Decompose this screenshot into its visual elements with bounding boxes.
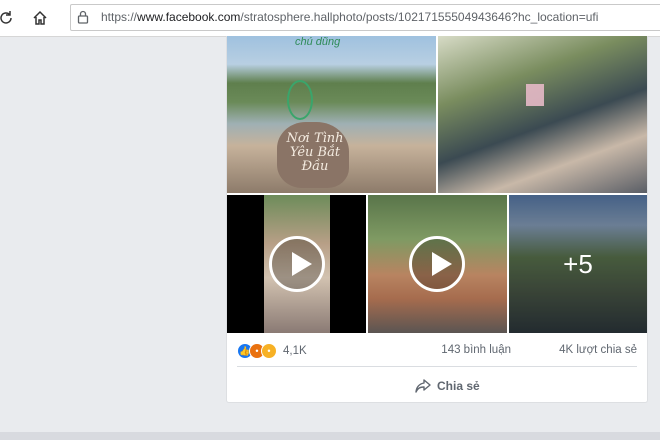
url-text: https://www.facebook.com/stratosphere.ha… xyxy=(101,10,599,24)
post-photo-1[interactable]: chú dũng Nơi Tình Yêu Bắt Đầu xyxy=(227,36,436,193)
blurred-face xyxy=(526,84,544,106)
play-icon[interactable] xyxy=(409,236,465,292)
url-domain: www.facebook.com xyxy=(137,10,241,24)
window-bottom-edge xyxy=(0,432,660,440)
facebook-post: chú dũng Nơi Tình Yêu Bắt Đầu +5 👍 • • 4… xyxy=(226,36,648,403)
address-bar[interactable]: https://www.facebook.com/stratosphere.ha… xyxy=(70,4,660,31)
more-photos-overlay[interactable]: +5 xyxy=(509,195,647,333)
divider xyxy=(237,366,637,367)
browser-toolbar: https://www.facebook.com/stratosphere.ha… xyxy=(0,0,660,37)
play-icon[interactable] xyxy=(269,236,325,292)
post-photo-more[interactable]: +5 xyxy=(509,195,647,333)
comment-count[interactable]: 143 bình luận xyxy=(441,344,511,356)
reload-icon[interactable] xyxy=(0,6,18,30)
post-photo-2[interactable] xyxy=(438,36,647,193)
sad-reaction-icon: • xyxy=(261,343,277,359)
share-button[interactable]: Chia sẻ xyxy=(415,376,480,396)
reaction-count[interactable]: 4,1K xyxy=(283,345,307,357)
post-video-1[interactable] xyxy=(227,195,366,333)
rock-caption: Nơi Tình Yêu Bắt Đầu xyxy=(286,131,344,174)
post-stats: 👍 • • 4,1K 143 bình luận 4K lượt chia sẻ xyxy=(237,342,637,360)
reactions[interactable]: 👍 • • 4,1K xyxy=(237,342,307,360)
home-icon[interactable] xyxy=(28,6,52,30)
share-count[interactable]: 4K lượt chia sẻ xyxy=(559,344,637,356)
post-video-2[interactable] xyxy=(368,195,507,333)
handwritten-annotation: chú dũng xyxy=(295,36,341,48)
lock-icon xyxy=(77,10,89,29)
highlight-circle xyxy=(287,80,313,120)
share-button-label: Chia sẻ xyxy=(437,379,480,393)
share-icon xyxy=(415,379,431,393)
